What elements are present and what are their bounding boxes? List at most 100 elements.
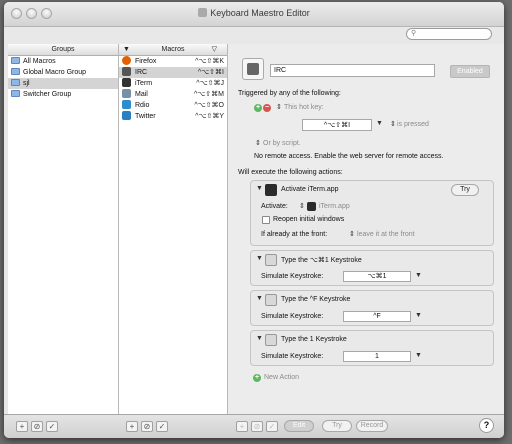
macro-label: IRC [135,69,148,76]
macro-label: Rdio [135,102,150,109]
title-bar: Keyboard Maestro Editor [4,2,504,27]
group-item-switcher[interactable]: Switcher Group [8,89,118,100]
front-label: If already at the front: [261,231,328,238]
keystroke-action-2: ▼ Type the ^F Keystroke Simulate Keystro… [250,290,494,326]
app-value[interactable]: iTerm.app [319,203,350,210]
help-button[interactable]: ? [479,418,494,433]
keystroke-dropdown-icon[interactable]: ▼ [415,352,422,359]
activate-action: ▼ Activate iTerm.app Try Activate: ⇕ iTe… [250,180,494,246]
disclosure-triangle-icon[interactable]: ▼ [256,185,263,192]
edit-button[interactable]: Edit [284,420,314,432]
folder-icon [11,90,20,97]
keystroke-field-1[interactable]: ⌥⌘1 [343,271,411,282]
add-group-button[interactable]: + [16,421,28,432]
editor-window: Keyboard Maestro Editor ⚲ Groups All Mac… [4,2,504,438]
macro-item-twitter[interactable]: Twitter ^⌥⇧⌘Y [119,111,227,122]
execute-label: Will execute the following actions: [238,169,343,176]
filter-icon[interactable]: ▽ [212,44,217,55]
disclosure-triangle-icon[interactable]: ▼ [256,255,263,262]
macros-header-label: Macros [161,46,185,53]
group-label: sjl [23,80,30,87]
mail-icon [122,89,131,98]
front-stepper-icon[interactable]: ⇕ [349,230,355,238]
macro-icon-well[interactable] [242,58,264,80]
script-trigger-label: Or by script. [263,140,301,147]
keystroke-action-1: ▼ Type the ⌥⌘1 Keystroke Simulate Keystr… [250,250,494,286]
groups-pane: Groups All Macros Global Macro Group sjl… [8,44,119,414]
disclosure-triangle-icon[interactable]: ▼ [256,335,263,342]
macro-hotkey: ^⌥⇧⌘M [193,91,224,98]
macro-hotkey: ^⌥⇧⌘J [196,80,224,87]
hotkey-dropdown-icon[interactable]: ▼ [376,120,383,127]
app-icon [198,8,208,17]
hotkey-condition[interactable]: is pressed [397,121,429,128]
front-value[interactable]: leave it at the front [357,231,415,238]
activate-action-title: Activate iTerm.app [281,186,339,193]
keyboard-icon [265,254,277,266]
enable-action-button[interactable]: ✓ [266,421,278,432]
macro-editor: IRC Enabled Triggered by any of the foll… [228,44,504,414]
simulate-keystroke-label: Simulate Keystroke: [261,353,324,360]
group-label: Switcher Group [23,91,72,98]
disclosure-triangle-icon[interactable]: ▼ [256,295,263,302]
macro-label: Firefox [135,58,157,65]
macro-item-rdio[interactable]: Rdio ^⌥⇧⌘O [119,100,227,111]
enable-group-button[interactable]: ✓ [46,421,58,432]
activate-label: Activate: [261,203,288,210]
macro-hotkey: ^⌥⇧⌘I [197,69,224,76]
window-title: Keyboard Maestro Editor [4,8,504,18]
add-action-button[interactable]: + [236,421,248,432]
disable-macro-button[interactable]: ⊘ [141,421,153,432]
remove-trigger-button[interactable]: − [263,104,271,112]
macro-hotkey: ^⌥⇧⌘Y [195,113,224,120]
firefox-icon [122,56,131,65]
keystroke-action-3: ▼ Type the 1 Keystroke Simulate Keystrok… [250,330,494,366]
macro-item-firefox[interactable]: Firefox ^⌥⇧⌘K [119,56,227,67]
macro-name-field[interactable]: IRC [270,64,435,77]
macros-pane: ▼ Macros ▽ Firefox ^⌥⇧⌘K IRC ^⌥⇧⌘I iTerm ^⌥… [119,44,228,414]
keystroke-field-3[interactable]: 1 [343,351,411,362]
record-button[interactable]: Record [356,420,388,432]
app-stepper-icon[interactable]: ⇕ [299,202,305,210]
trigger-type-stepper-icon[interactable]: ⇕ [276,103,282,111]
hotkey-trigger-label: This hot key: [284,104,324,111]
keystroke-dropdown-icon[interactable]: ▼ [415,272,422,279]
enable-macro-button[interactable]: ✓ [156,421,168,432]
folder-icon [11,79,20,86]
new-action-button[interactable]: New Action [264,374,299,381]
collapse-triangle-icon[interactable]: ▼ [123,44,130,55]
macro-item-irc[interactable]: IRC ^⌥⇧⌘I [119,67,227,78]
group-item-sjl[interactable]: sjl [8,78,118,89]
triggered-label: Triggered by any of the following: [238,90,341,97]
macro-item-mail[interactable]: Mail ^⌥⇧⌘M [119,89,227,100]
macro-item-iterm[interactable]: iTerm ^⌥⇧⌘J [119,78,227,89]
add-macro-button[interactable]: + [126,421,138,432]
keystroke-field-2[interactable]: ^F [343,311,411,322]
keystroke-title-3: Type the 1 Keystroke [281,336,347,343]
reopen-windows-checkbox[interactable] [262,216,270,224]
group-item-global[interactable]: Global Macro Group [8,67,118,78]
add-trigger-button[interactable]: + [254,104,262,112]
disable-action-button[interactable]: ⊘ [251,421,263,432]
macro-hotkey: ^⌥⇧⌘O [194,102,224,109]
group-item-all-macros[interactable]: All Macros [8,56,118,67]
hotkey-field[interactable]: ^⌥⇧⌘I [302,119,372,131]
simulate-keystroke-label: Simulate Keystroke: [261,273,324,280]
groups-header: Groups [8,44,118,56]
keyboard-icon [265,334,277,346]
script-stepper-icon[interactable]: ⇕ [255,139,261,147]
irc-icon [247,63,259,75]
group-label: All Macros [23,58,56,65]
try-action-button[interactable]: Try [451,184,479,196]
enabled-button[interactable]: Enabled [450,65,490,78]
macros-header: ▼ Macros ▽ [119,44,227,56]
condition-stepper-icon[interactable]: ⇕ [390,120,396,128]
disable-group-button[interactable]: ⊘ [31,421,43,432]
try-button[interactable]: Try [322,420,352,432]
search-field[interactable]: ⚲ [406,28,492,40]
folder-icon [11,57,20,64]
new-action-icon[interactable]: + [253,374,261,382]
keystroke-dropdown-icon[interactable]: ▼ [415,312,422,319]
iterm-small-icon [307,202,316,211]
remote-access-text: No remote access. Enable the web server … [254,153,444,160]
